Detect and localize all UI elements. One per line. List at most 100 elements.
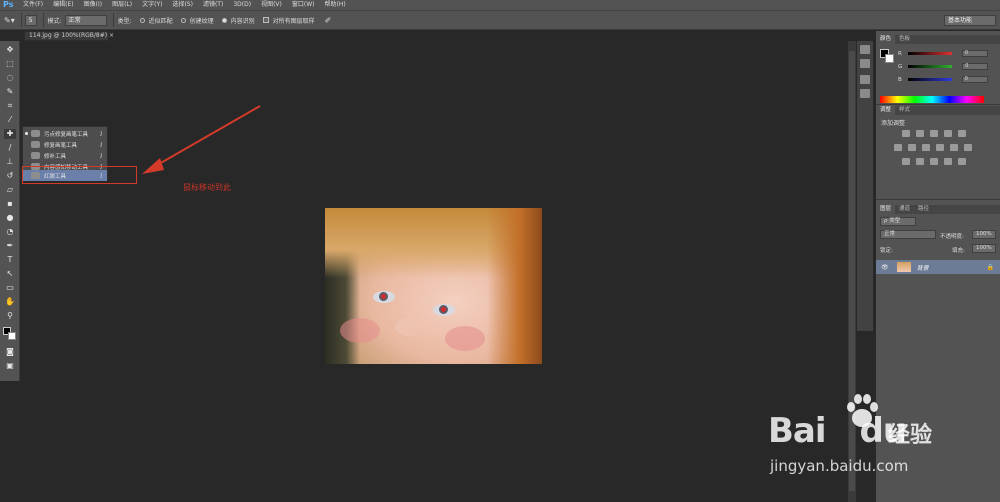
channel-mixer-icon[interactable] [950,144,958,151]
flyout-item-spot-healing[interactable]: 污点修复画笔工具 J [23,128,107,139]
curves-icon[interactable] [930,130,938,137]
menu-image[interactable]: 图像(I) [84,0,102,10]
document-tab[interactable]: 114.jpg @ 100%(RGB/8#) × [24,31,114,41]
tab-color[interactable]: 颜色 [876,35,896,44]
red-eye-pupil [439,305,448,314]
invert-icon[interactable] [902,158,910,165]
bg-swatch[interactable] [885,54,894,63]
eyedropper-tool-icon[interactable]: ⁄ [4,115,16,125]
brightness-icon[interactable] [902,130,910,137]
close-icon[interactable]: × [109,32,114,39]
green-value-field[interactable]: 0 [962,63,989,70]
radio-proximity-match[interactable] [139,17,145,23]
quick-select-tool-icon[interactable]: ✎ [4,87,16,97]
red-slider-row[interactable]: R 0 [898,49,996,58]
color-balance-icon[interactable] [908,144,916,151]
red-slider[interactable] [907,52,952,55]
tab-adjustments[interactable]: 调整 [876,106,896,115]
path-select-tool-icon[interactable]: ↖ [4,269,16,279]
flyout-item-shortcut: J [100,152,102,159]
menu-file[interactable]: 文件(F) [23,0,43,10]
flyout-item-healing-brush[interactable]: 修复画笔工具 J [23,139,107,150]
opacity-field[interactable]: 100% [972,230,996,239]
threshold-icon[interactable] [930,158,938,165]
tool-preset-icon[interactable]: ✎▾ [4,16,15,25]
crop-tool-icon[interactable]: ⌗ [4,101,16,111]
document-image[interactable] [325,208,542,364]
tab-channels[interactable]: 通道 [895,205,914,214]
tab-styles[interactable]: 样式 [895,106,914,115]
screen-mode-icon[interactable]: ▣ [4,361,16,371]
layer-name[interactable]: 背景 [917,263,929,272]
history-panel-icon[interactable] [860,45,870,54]
brush-size-picker[interactable]: 5 [24,14,37,26]
gradient-tool-icon[interactable]: ▪ [4,199,16,209]
vibrance-icon[interactable] [958,130,966,137]
photo-filter-icon[interactable] [936,144,944,151]
blur-tool-icon[interactable]: ● [4,213,16,223]
lasso-tool-icon[interactable]: ◌ [4,73,16,83]
hand-tool-icon[interactable]: ✋ [4,297,16,307]
pressure-icon[interactable]: ✐ [325,16,332,25]
brush-tool-icon[interactable]: ∕ [4,143,16,153]
type-tool-icon[interactable]: T [4,255,16,265]
posterize-icon[interactable] [916,158,924,165]
color-spectrum-ramp[interactable] [880,96,984,103]
menu-3d[interactable]: 3D(D) [233,0,251,10]
menu-window[interactable]: 窗口(W) [292,0,315,10]
blue-value-field[interactable]: 0 [961,76,988,83]
brush-presets-panel-icon[interactable] [860,89,870,98]
healing-brush-tool-icon[interactable]: ✚ [4,129,16,139]
shape-tool-icon[interactable]: ▭ [4,283,16,293]
gradient-map-icon[interactable] [944,158,952,165]
menu-select[interactable]: 选择(S) [172,0,193,10]
stamp-tool-icon[interactable]: ⊥ [4,157,16,167]
blue-slider[interactable] [907,78,952,81]
pen-tool-icon[interactable]: ✒ [4,241,16,251]
menu-filter[interactable]: 滤镜(T) [203,0,223,10]
flyout-item-shortcut: J [100,141,102,148]
zoom-tool-icon[interactable]: ⚲ [4,311,16,321]
blue-slider-row[interactable]: B 0 [898,75,996,84]
color-lookup-icon[interactable] [964,144,972,151]
fill-field[interactable]: 100% [972,244,996,253]
move-tool-icon[interactable]: ✥ [4,45,16,55]
flyout-item-label: 污点修复画笔工具 [44,131,89,138]
layer-row-background[interactable]: 👁 背景 🔒 [876,260,1000,274]
tab-paths[interactable]: 路径 [914,205,933,214]
layer-kind-filter[interactable]: ρ 类型 [880,217,916,226]
visibility-eye-icon[interactable]: 👁 [881,264,889,271]
green-slider-row[interactable]: G 0 [898,62,996,71]
red-value-field[interactable]: 0 [961,50,988,57]
menu-edit[interactable]: 编辑(E) [53,0,73,10]
tab-layers[interactable]: 图层 [876,205,896,214]
quick-mask-icon[interactable]: ◙ [4,347,16,357]
radio-content-aware[interactable] [221,17,227,23]
sample-all-layers-checkbox[interactable] [262,17,269,23]
dodge-tool-icon[interactable]: ◔ [4,227,16,237]
flyout-item-patch[interactable]: 修补工具 J [23,150,107,161]
radio-create-texture[interactable] [180,17,186,23]
background-color-swatch[interactable] [8,332,16,340]
history-brush-tool-icon[interactable]: ↺ [4,171,16,181]
exposure-icon[interactable] [944,130,952,137]
brush-panel-icon[interactable] [860,75,870,84]
menu-help[interactable]: 帮助(H) [325,0,346,10]
levels-icon[interactable] [916,130,924,137]
tab-swatches[interactable]: 色板 [895,35,914,44]
menu-view[interactable]: 视图(V) [261,0,282,10]
eraser-tool-icon[interactable]: ▱ [4,185,16,195]
image-hair-side [487,208,542,364]
selective-color-icon[interactable] [958,158,966,165]
green-slider[interactable] [908,65,953,68]
mode-select[interactable]: 正常 [64,14,107,26]
watermark-bai: Bai du [768,411,907,451]
menu-type[interactable]: 文字(Y) [142,0,162,10]
workspace-select[interactable]: 基本功能 [944,14,996,26]
black-white-icon[interactable] [922,144,930,151]
properties-panel-icon[interactable] [860,59,870,68]
blend-mode-select[interactable]: 正常 [880,230,936,239]
marquee-tool-icon[interactable]: ⬚ [4,59,16,69]
menu-layer[interactable]: 图层(L) [112,0,132,10]
hue-saturation-icon[interactable] [894,144,902,151]
